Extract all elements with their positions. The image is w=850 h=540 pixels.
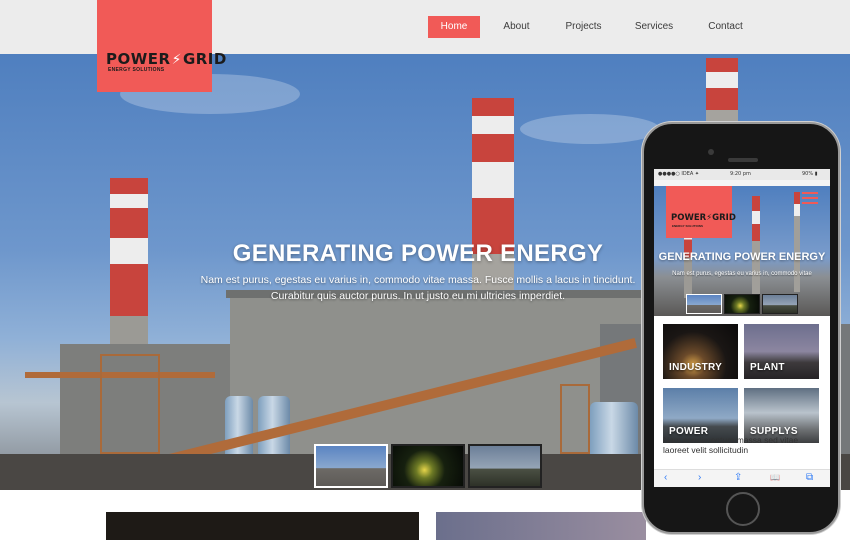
phone-speaker <box>728 158 758 162</box>
nav-services[interactable]: Services <box>614 16 694 38</box>
mobile-hero: POWER⚡GRID ENERGY SOLUTIONS GENERATING P… <box>654 186 830 316</box>
mobile-slider-thumbnails <box>686 294 800 314</box>
tabs-icon[interactable]: ⧉ <box>806 472 813 484</box>
status-time: 9:20 pm <box>730 171 751 177</box>
mobile-logo[interactable]: POWER⚡GRID ENERGY SOLUTIONS <box>666 186 736 238</box>
browser-toolbar: ‹ › ⇪ 📖 ⧉ <box>654 469 830 487</box>
phone-mockup: ●●●●○ IDEA ✦ 9:20 pm 90% ▮ POWER⚡GRID EN… <box>642 122 840 534</box>
mobile-hero-text: Nam est purus, egestas eu varius in, com… <box>672 271 812 277</box>
cloud <box>520 114 660 144</box>
logo-tagline: ENERGY SOLUTIONS <box>108 67 165 73</box>
home-button[interactable] <box>726 492 760 526</box>
tile-plant[interactable]: PLANT <box>744 324 819 379</box>
share-icon[interactable]: ⇪ <box>734 472 742 484</box>
logo-wordmark: POWER⚡GRID <box>106 50 227 68</box>
hamburger-menu-icon[interactable] <box>802 192 818 204</box>
feature-card-image[interactable] <box>106 512 419 540</box>
slide-thumbnail-2[interactable] <box>391 444 465 488</box>
crane-tower <box>100 354 160 454</box>
back-icon[interactable]: ‹ <box>664 472 667 484</box>
nav-projects[interactable]: Projects <box>553 16 614 38</box>
nav-home[interactable]: Home <box>428 16 480 38</box>
nav-about[interactable]: About <box>480 16 553 38</box>
forward-icon[interactable]: › <box>698 472 701 484</box>
mobile-hero-title: GENERATING POWER ENERGY <box>658 251 826 263</box>
tile-industry[interactable]: INDUSTRY <box>663 324 738 379</box>
mobile-slide-thumbnail-3[interactable] <box>762 294 798 314</box>
storage-tank <box>590 402 638 458</box>
mobile-paragraph: Nam condimentum massa sed vitae laoreet … <box>663 435 799 455</box>
chimney <box>752 196 760 296</box>
mobile-slide-thumbnail-1[interactable] <box>686 294 722 314</box>
nav-contact[interactable]: Contact <box>694 16 757 38</box>
hero-description: Nam est purus, egestas eu varius in, com… <box>200 274 636 302</box>
status-bar: ●●●●○ IDEA ✦ 9:20 pm 90% ▮ <box>654 169 830 180</box>
slide-thumbnail-3[interactable] <box>468 444 542 488</box>
crane-tower <box>560 384 590 454</box>
phone-screen: ●●●●○ IDEA ✦ 9:20 pm 90% ▮ POWER⚡GRID EN… <box>654 169 830 487</box>
logo[interactable]: POWER⚡GRID ENERGY SOLUTIONS <box>97 0 226 92</box>
feature-card-image[interactable] <box>436 512 646 540</box>
slide-thumbnail-1[interactable] <box>314 444 388 488</box>
lightning-bolt-icon: ⚡ <box>171 52 182 68</box>
camera-icon <box>708 149 714 155</box>
main-navigation: Home About Projects Services Contact <box>428 16 757 38</box>
battery-indicator: 90% ▮ <box>802 171 818 177</box>
slider-thumbnails <box>314 444 545 488</box>
mobile-slide-thumbnail-2[interactable] <box>724 294 760 314</box>
page: Home About Projects Services Contact POW… <box>0 0 850 540</box>
bookmarks-icon[interactable]: 📖 <box>770 472 780 484</box>
carrier-signal: ●●●●○ IDEA ✦ <box>658 171 700 177</box>
